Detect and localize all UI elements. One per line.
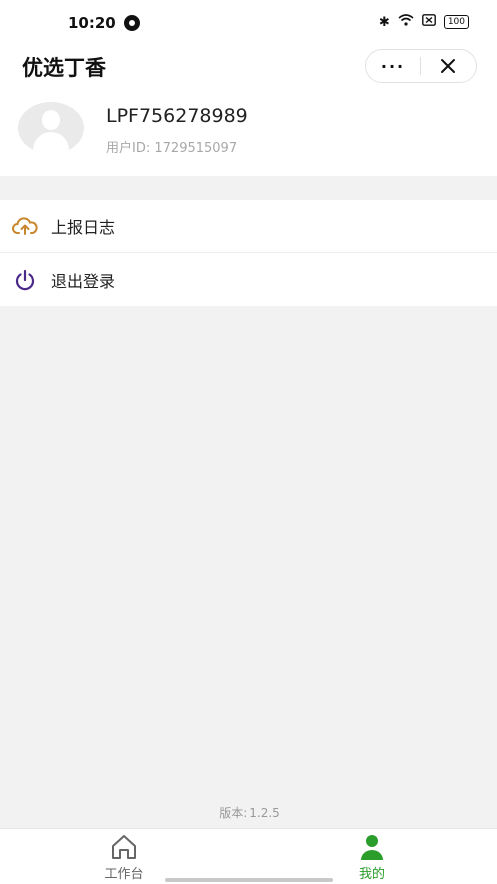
tab-bar: 工作台 我的 <box>0 828 497 884</box>
home-icon <box>84 833 164 861</box>
avatar-head <box>42 110 60 130</box>
user-id-value: 1729515097 <box>154 141 238 156</box>
menu-item-label: 退出登录 <box>51 271 116 291</box>
eye-icon <box>124 15 140 31</box>
status-bar: 10:20 ✱ 100 <box>0 0 497 44</box>
more-button[interactable]: ··· <box>366 50 420 82</box>
version-value: 1.2.5 <box>249 806 280 820</box>
tab-mine[interactable]: 我的 <box>332 833 412 882</box>
menu-item-report-log[interactable]: 上报日志 <box>0 200 497 253</box>
close-icon <box>441 59 455 73</box>
user-icon <box>332 833 412 861</box>
close-button[interactable] <box>421 50 475 82</box>
username: LPF756278989 <box>106 105 248 127</box>
avatar-body <box>33 132 69 154</box>
wifi-icon <box>398 14 414 30</box>
user-id: 用户ID: 1729515097 <box>106 137 237 156</box>
avatar[interactable] <box>18 102 84 154</box>
home-indicator <box>165 878 333 882</box>
battery-indicator: 100 <box>443 15 469 29</box>
tab-workbench[interactable]: 工作台 <box>84 833 164 882</box>
bluetooth-icon: ✱ <box>378 14 390 30</box>
status-indicators: ✱ 100 <box>379 14 469 30</box>
title-bar: 优选丁香 ··· <box>0 44 497 90</box>
page-title: 优选丁香 <box>22 56 106 80</box>
menu-item-label: 上报日志 <box>51 218 116 237</box>
tab-label: 我的 <box>358 867 385 882</box>
tab-label: 工作台 <box>104 867 144 882</box>
cloud-upload-icon <box>12 213 38 239</box>
version-text: 版本: 1.2.5 <box>0 804 497 821</box>
profile-card[interactable]: LPF756278989 用户ID: 1729515097 <box>0 90 497 176</box>
menu-item-logout[interactable]: 退出登录 <box>0 253 497 306</box>
status-time: 10:20 <box>68 14 116 32</box>
power-icon <box>12 267 38 293</box>
sim-icon <box>421 14 436 30</box>
version-label: 版本: <box>219 806 248 820</box>
menu-list: 上报日志 退出登录 <box>0 200 497 306</box>
miniprogram-capsule: ··· <box>365 49 477 83</box>
user-id-label: 用户ID: <box>106 141 151 156</box>
